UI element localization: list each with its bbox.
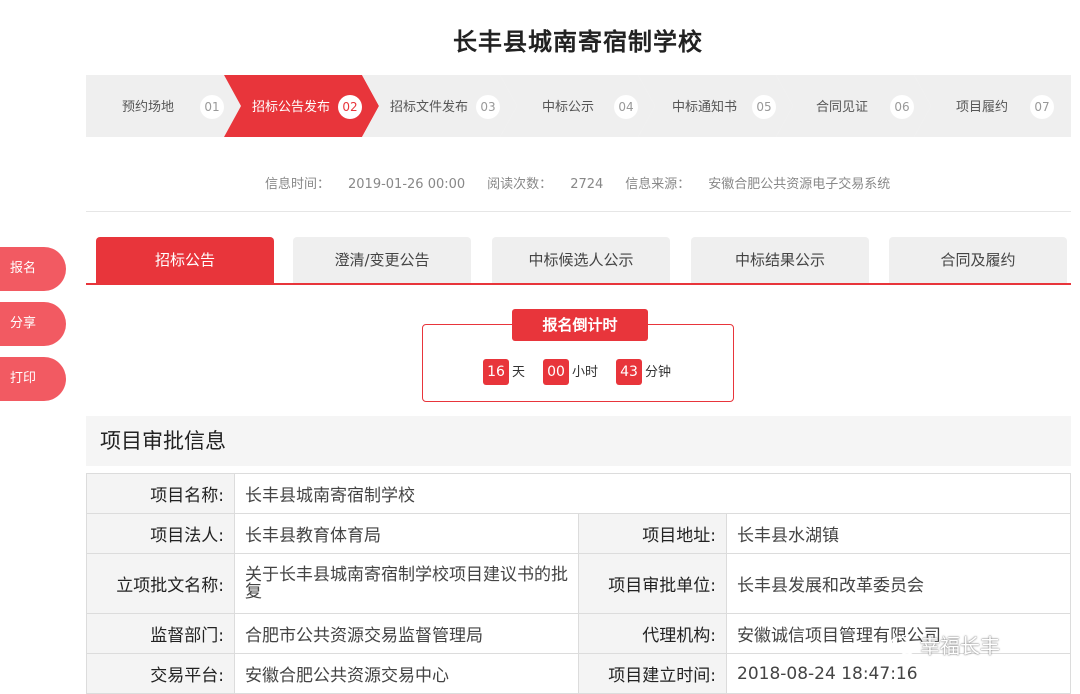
countdown-values: 16 天 00 小时 43 分钟: [483, 359, 689, 385]
page-title: 长丰县城南寄宿制学校: [453, 28, 703, 56]
info-reads-label: 阅读次数：: [487, 177, 553, 192]
info-reads-value: 2724: [570, 177, 604, 192]
step-6[interactable]: 合同见证 06: [776, 75, 931, 137]
step-number: 04: [614, 95, 638, 119]
wechat-icon: [890, 636, 916, 655]
countdown-minutes: 43: [616, 359, 643, 385]
notice-tabs: 招标公告 澄清/变更公告 中标候选人公示 中标结果公示 合同及履约: [86, 237, 1071, 285]
project-legal-label: 项目法人:: [86, 513, 235, 554]
project-name-value: 长丰县城南寄宿制学校: [234, 473, 1071, 514]
approval-unit-value: 长丰县发展和改革委员会: [726, 553, 1071, 614]
step-label: 中标公示: [542, 100, 595, 115]
approval-unit-label: 项目审批单位:: [578, 553, 727, 614]
tab-candidate-publicity[interactable]: 中标候选人公示: [492, 237, 670, 283]
step-3[interactable]: 招标文件发布 03: [362, 75, 517, 137]
table-row: 项目名称: 长丰县城南寄宿制学校: [86, 473, 1071, 514]
step-5[interactable]: 中标通知书 05: [638, 75, 793, 137]
supervisor-label: 监督部门:: [86, 613, 235, 654]
step-number: 01: [200, 95, 224, 119]
signup-side-button[interactable]: 报名: [0, 247, 66, 291]
tab-result-publicity[interactable]: 中标结果公示: [691, 237, 869, 283]
share-side-button[interactable]: 分享: [0, 302, 66, 346]
created-time-label: 项目建立时间:: [578, 653, 727, 694]
approval-info-table: 项目名称: 长丰县城南寄宿制学校 项目法人: 长丰县教育体育局 项目地址: 长丰…: [86, 473, 1071, 694]
countdown-minutes-unit: 分钟: [645, 365, 672, 380]
step-label: 招标公告发布: [252, 100, 331, 115]
project-address-value: 长丰县水湖镇: [726, 513, 1071, 554]
platform-label: 交易平台:: [86, 653, 235, 694]
step-2[interactable]: 招标公告发布 02: [224, 75, 379, 137]
process-steps: 预约场地 01 招标公告发布 02 招标文件发布 03 中标公示 04 中标通知…: [86, 75, 1071, 137]
project-address-label: 项目地址:: [578, 513, 727, 554]
approval-doc-value: 关于长丰县城南寄宿制学校项目建议书的批复: [234, 553, 579, 614]
step-4[interactable]: 中标公示 04: [500, 75, 655, 137]
info-source-value: 安徽合肥公共资源电子交易系统: [708, 177, 891, 192]
step-label: 招标文件发布: [390, 100, 469, 115]
divider: [86, 211, 1071, 212]
supervisor-value: 合肥市公共资源交易监督管理局: [234, 613, 579, 654]
platform-value: 安徽合肥公共资源交易中心: [234, 653, 579, 694]
step-number: 03: [476, 95, 500, 119]
step-number: 06: [890, 95, 914, 119]
step-label: 中标通知书: [672, 100, 738, 115]
countdown-days: 16: [483, 359, 509, 385]
info-line: 信息时间： 2019-01-26 00:00 阅读次数： 2724 信息来源： 安徽合肥公…: [265, 173, 912, 192]
project-name-label: 项目名称:: [86, 473, 235, 514]
info-time-label: 信息时间：: [265, 177, 331, 192]
info-time-value: 2019-01-26 00:00: [348, 177, 466, 192]
step-label: 预约场地: [122, 100, 175, 115]
created-time-value: 2018-08-24 18:47:16: [726, 653, 1071, 694]
step-label: 项目履约: [956, 100, 1009, 115]
step-number: 07: [1030, 95, 1054, 119]
table-row: 立项批文名称: 关于长丰县城南寄宿制学校项目建议书的批复 项目审批单位: 长丰县…: [86, 553, 1071, 614]
step-label: 合同见证: [816, 100, 869, 115]
step-number: 05: [752, 95, 776, 119]
countdown-title: 报名倒计时: [512, 309, 648, 341]
project-legal-value: 长丰县教育体育局: [234, 513, 579, 554]
watermark-text: 幸福长丰: [920, 634, 1000, 658]
tab-contract[interactable]: 合同及履约: [889, 237, 1067, 283]
step-7[interactable]: 项目履约 07: [914, 75, 1071, 137]
countdown-days-unit: 天: [512, 365, 526, 380]
agent-label: 代理机构:: [578, 613, 727, 654]
countdown-hours: 00: [543, 359, 570, 385]
table-row: 项目法人: 长丰县教育体育局 项目地址: 长丰县水湖镇: [86, 513, 1071, 554]
watermark: 幸福长丰: [890, 630, 1000, 659]
countdown-hours-unit: 小时: [572, 365, 599, 380]
step-number: 02: [338, 95, 362, 119]
step-1[interactable]: 预约场地 01: [86, 75, 241, 137]
signup-countdown: 报名倒计时 16 天 00 小时 43 分钟: [422, 309, 734, 402]
print-side-button[interactable]: 打印: [0, 357, 66, 401]
tab-tender-notice[interactable]: 招标公告: [96, 237, 274, 283]
table-row: 交易平台: 安徽合肥公共资源交易中心 项目建立时间: 2018-08-24 18…: [86, 653, 1071, 694]
info-source-label: 信息来源：: [625, 177, 691, 192]
section-title: 项目审批信息: [86, 416, 1071, 466]
tab-clarification[interactable]: 澄清/变更公告: [293, 237, 471, 283]
approval-doc-label: 立项批文名称:: [86, 553, 235, 614]
